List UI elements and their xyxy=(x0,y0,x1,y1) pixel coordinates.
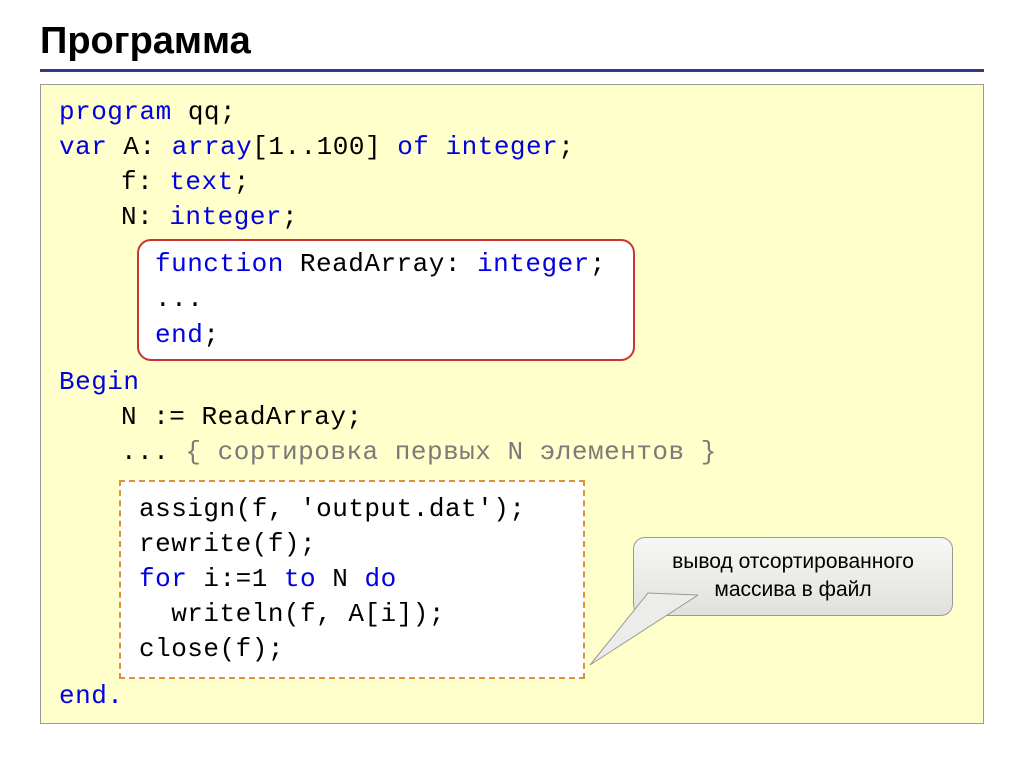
code-line: assign(f, 'output.dat'); xyxy=(139,492,569,527)
code-line: for i:=1 to N do xyxy=(139,562,569,597)
code-line: end; xyxy=(155,318,623,353)
code-line: N := ReadArray; xyxy=(121,400,965,435)
code-line: program qq; xyxy=(59,95,965,130)
code-line: N: integer; xyxy=(121,200,965,235)
code-line: ... xyxy=(155,282,623,317)
code-line: end. xyxy=(59,679,965,714)
callout-tail xyxy=(588,585,698,675)
code-line: close(f); xyxy=(139,632,569,667)
code-line: var A: array[1..100] of integer; xyxy=(59,130,965,165)
code-line: f: text; xyxy=(121,165,965,200)
output-box: assign(f, 'output.dat'); rewrite(f); for… xyxy=(119,480,585,679)
code-line: Begin xyxy=(59,365,965,400)
function-box: function ReadArray: integer; ... end; xyxy=(137,239,635,360)
page-title: Программа xyxy=(40,20,984,63)
title-rule xyxy=(40,69,984,72)
code-line: function ReadArray: integer; xyxy=(155,247,623,282)
code-line: rewrite(f); xyxy=(139,527,569,562)
code-line: writeln(f, A[i]); xyxy=(139,597,569,632)
code-line: ... { сортировка первых N элементов } xyxy=(121,435,965,470)
code-panel: program qq; var A: array[1..100] of inte… xyxy=(40,84,984,724)
